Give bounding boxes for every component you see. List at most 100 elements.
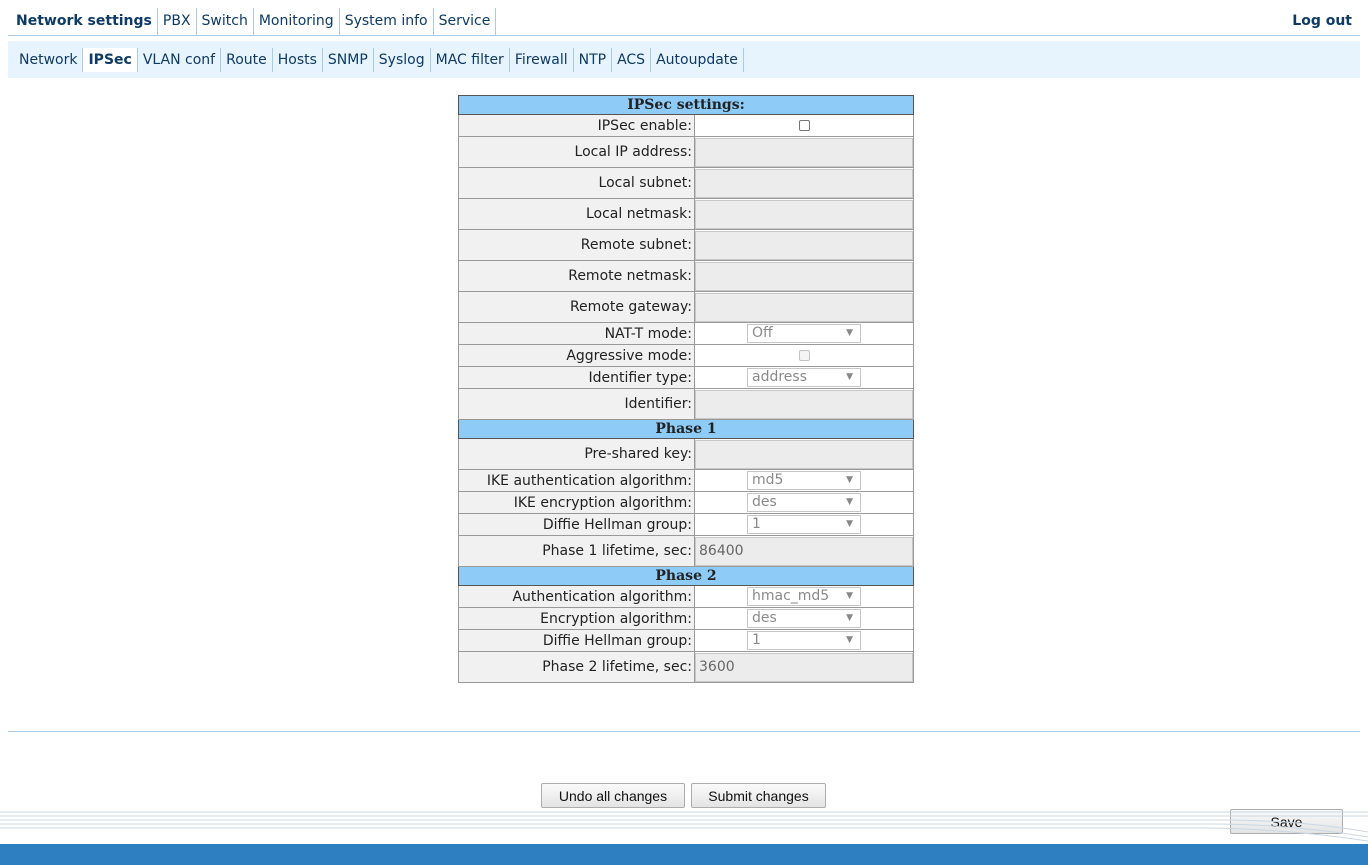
top-tab-system-info[interactable]: System info bbox=[340, 8, 434, 35]
field-value-cell: 86400 bbox=[694, 535, 914, 567]
top-tab-monitoring[interactable]: Monitoring bbox=[254, 8, 340, 35]
footer-decoration bbox=[0, 811, 1368, 842]
sub-tab-ntp[interactable]: NTP bbox=[573, 48, 613, 72]
field-label-identifier: Identifier: bbox=[458, 388, 695, 420]
field-value-cell: 1 ▼ bbox=[694, 513, 914, 536]
field-value-cell: des ▼ bbox=[694, 491, 914, 514]
encryption-algorithm-select[interactable]: des ▼ bbox=[747, 609, 861, 628]
local-ip-address-input[interactable] bbox=[695, 137, 913, 167]
chevron-down-icon: ▼ bbox=[846, 591, 853, 601]
nat-t-mode-select[interactable]: Off ▼ bbox=[747, 324, 861, 343]
field-value-cell bbox=[694, 260, 914, 292]
remote-gateway-input[interactable] bbox=[695, 292, 913, 322]
aggressive-mode-checkbox[interactable] bbox=[798, 350, 810, 361]
select-value: hmac_md5 bbox=[752, 588, 830, 604]
select-value: des bbox=[752, 610, 777, 626]
sub-tab-snmp[interactable]: SNMP bbox=[322, 48, 374, 72]
ike-encryption-algorithm-select[interactable]: des ▼ bbox=[747, 493, 861, 512]
settings-row: Identifier: bbox=[458, 388, 914, 420]
field-label-remote-subnet: Remote subnet: bbox=[458, 229, 695, 261]
chevron-down-icon: ▼ bbox=[846, 519, 853, 529]
field-value-cell bbox=[694, 438, 914, 470]
select-value: des bbox=[752, 494, 777, 510]
field-label-phase-1-lifetime-sec: Phase 1 lifetime, sec: bbox=[458, 535, 695, 567]
chevron-down-icon: ▼ bbox=[846, 372, 853, 382]
chevron-down-icon: ▼ bbox=[846, 613, 853, 623]
field-value-cell: hmac_md5 ▼ bbox=[694, 585, 914, 608]
section-header-phase-2: Phase 2 bbox=[458, 566, 914, 586]
field-value-cell bbox=[694, 388, 914, 420]
settings-row: Local netmask: bbox=[458, 198, 914, 230]
settings-row: Remote gateway: bbox=[458, 291, 914, 323]
field-label-diffie-hellman-group: Diffie Hellman group: bbox=[458, 513, 695, 536]
footer-bar bbox=[0, 844, 1368, 865]
diffie-hellman-group-select[interactable]: 1 ▼ bbox=[747, 631, 861, 650]
field-label-local-netmask: Local netmask: bbox=[458, 198, 695, 230]
ipsec-settings-table: IPSec settings: IPSec enable: Local IP add… bbox=[458, 95, 914, 683]
authentication-algorithm-select[interactable]: hmac_md5 ▼ bbox=[747, 587, 861, 606]
sub-tab-route[interactable]: Route bbox=[221, 48, 273, 72]
section-header-phase-1: Phase 1 bbox=[458, 419, 914, 439]
field-value-cell: md5 ▼ bbox=[694, 469, 914, 492]
field-label-ipsec-enable: IPSec enable: bbox=[458, 114, 695, 137]
field-label-diffie-hellman-group: Diffie Hellman group: bbox=[458, 629, 695, 652]
identifier-input[interactable] bbox=[695, 389, 913, 419]
phase-1-lifetime-sec-input[interactable]: 86400 bbox=[695, 536, 913, 566]
sub-tab-syslog[interactable]: Syslog bbox=[373, 48, 431, 72]
sub-tab-autoupdate[interactable]: Autoupdate bbox=[651, 48, 744, 72]
sub-tab-ipsec[interactable]: IPSec bbox=[83, 48, 138, 72]
select-value: address bbox=[752, 369, 808, 385]
top-tab-pbx[interactable]: PBX bbox=[158, 8, 197, 35]
chevron-down-icon: ▼ bbox=[846, 475, 853, 485]
top-tab-network-settings[interactable]: Network settings bbox=[8, 8, 158, 35]
field-value-cell bbox=[694, 167, 914, 199]
top-tab-service[interactable]: Service bbox=[434, 8, 497, 35]
sub-tab-network[interactable]: Network bbox=[14, 48, 84, 72]
field-label-identifier-type: Identifier type: bbox=[458, 366, 695, 389]
field-label-local-ip-address: Local IP address: bbox=[458, 136, 695, 168]
ipsec-enable-checkbox[interactable] bbox=[798, 120, 810, 131]
settings-row: Authentication algorithm: hmac_md5 ▼ bbox=[458, 585, 914, 608]
remote-subnet-input[interactable] bbox=[695, 230, 913, 260]
top-tabs: Network settings PBX Switch Monitoring Syste… bbox=[8, 8, 497, 35]
top-tab-switch[interactable]: Switch bbox=[197, 8, 254, 35]
identifier-type-select[interactable]: address ▼ bbox=[747, 368, 861, 387]
field-value-cell bbox=[694, 198, 914, 230]
chevron-down-icon: ▼ bbox=[846, 328, 853, 338]
select-value: 1 bbox=[752, 516, 761, 532]
settings-row: Phase 2 lifetime, sec: 3600 bbox=[458, 651, 914, 683]
field-label-aggressive-mode: Aggressive mode: bbox=[458, 344, 695, 367]
field-label-nat-t-mode: NAT-T mode: bbox=[458, 322, 695, 345]
field-label-ike-authentication-algorithm: IKE authentication algorithm: bbox=[458, 469, 695, 492]
settings-row: IPSec enable: bbox=[458, 114, 914, 137]
field-value-cell bbox=[694, 136, 914, 168]
section-header-ipsec-settings: IPSec settings: bbox=[458, 95, 914, 115]
sub-tab-hosts[interactable]: Hosts bbox=[272, 48, 323, 72]
field-value-cell bbox=[694, 229, 914, 261]
field-label-pre-shared-key: Pre-shared key: bbox=[458, 438, 695, 470]
sub-tab-mac-filter[interactable]: MAC filter bbox=[430, 48, 510, 72]
select-value: 1 bbox=[752, 632, 761, 648]
ike-authentication-algorithm-select[interactable]: md5 ▼ bbox=[747, 471, 861, 490]
remote-netmask-input[interactable] bbox=[695, 261, 913, 291]
settings-row: NAT-T mode: Off ▼ bbox=[458, 322, 914, 345]
chevron-down-icon: ▼ bbox=[846, 635, 853, 645]
pre-shared-key-input[interactable] bbox=[695, 439, 913, 469]
field-label-authentication-algorithm: Authentication algorithm: bbox=[458, 585, 695, 608]
local-netmask-input[interactable] bbox=[695, 199, 913, 229]
sub-navigation: Network IPSec VLAN conf Route Hosts SNMP Syslo… bbox=[8, 41, 1360, 78]
sub-tab-acs[interactable]: ACS bbox=[612, 48, 652, 72]
field-value-cell: des ▼ bbox=[694, 607, 914, 630]
logout-link[interactable]: Log out bbox=[1292, 8, 1352, 35]
field-value-cell: 3600 bbox=[694, 651, 914, 683]
field-label-local-subnet: Local subnet: bbox=[458, 167, 695, 199]
settings-row: Local subnet: bbox=[458, 167, 914, 199]
settings-row: Remote subnet: bbox=[458, 229, 914, 261]
sub-tab-firewall[interactable]: Firewall bbox=[509, 48, 574, 72]
phase-2-lifetime-sec-input[interactable]: 3600 bbox=[695, 652, 913, 682]
settings-row: IKE authentication algorithm: md5 ▼ bbox=[458, 469, 914, 492]
local-subnet-input[interactable] bbox=[695, 168, 913, 198]
diffie-hellman-group-select[interactable]: 1 ▼ bbox=[747, 515, 861, 534]
settings-row: Phase 1 lifetime, sec: 86400 bbox=[458, 535, 914, 567]
sub-tab-vlan-conf[interactable]: VLAN conf bbox=[137, 48, 222, 72]
